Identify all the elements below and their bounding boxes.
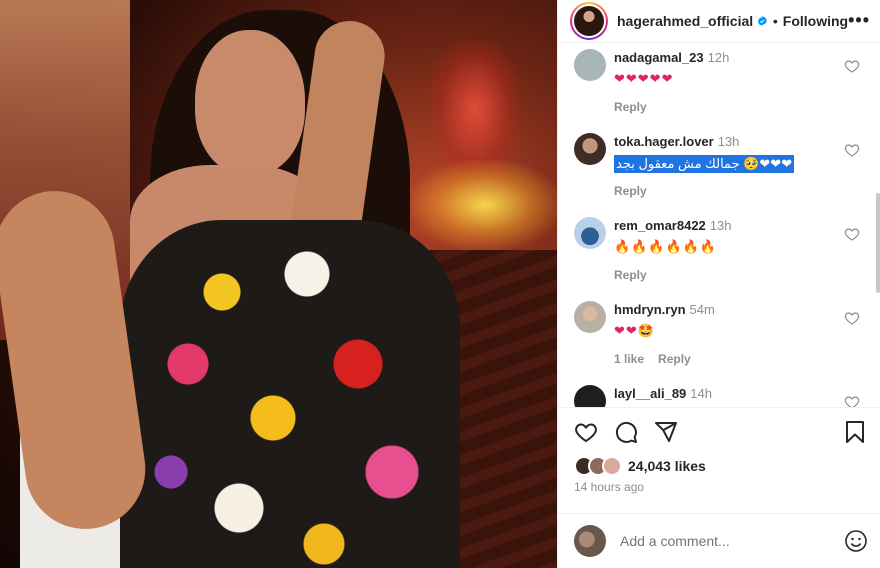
comment-likes-count[interactable]: 1 like: [614, 352, 644, 366]
likes-row[interactable]: 24,043 likes: [558, 455, 880, 476]
comment-text: 🔥🔥🔥🔥🔥🔥: [614, 238, 718, 254]
commenter-username[interactable]: hmdryn.ryn: [614, 302, 686, 317]
reply-button[interactable]: Reply: [614, 184, 647, 198]
post-viewer: hagerahmed_official • Following ••• nada…: [0, 0, 880, 568]
comment-item: rem_omar8422 13h 🔥🔥🔥🔥🔥🔥 Reply: [558, 211, 880, 295]
emoji-icon[interactable]: [844, 529, 868, 553]
comment-item: layl__ali_8914h 🔥🔥❤: [558, 379, 880, 408]
comment-time[interactable]: 14h: [690, 386, 712, 401]
comments-scrollbar[interactable]: [876, 192, 880, 293]
photo-background-light: [430, 40, 520, 180]
header-separator: •: [772, 12, 778, 29]
current-user-avatar: [574, 525, 606, 558]
send-icon[interactable]: [654, 420, 678, 444]
comment-text-highlighted: جمالك مش معقول بجد 🥺❤❤❤: [614, 154, 795, 173]
reply-button[interactable]: Reply: [658, 352, 691, 366]
commenter-avatar[interactable]: [574, 384, 606, 408]
comment-icon[interactable]: [614, 420, 638, 444]
bookmark-icon[interactable]: [844, 420, 866, 444]
comment-item: toka.hager.lover 13h جمالك مش معقول بجد 🥺…: [558, 127, 880, 211]
commenter-username[interactable]: toka.hager.lover: [614, 134, 714, 149]
comment-time[interactable]: 13h: [710, 218, 732, 233]
commenter-username[interactable]: layl__ali_89: [614, 386, 686, 401]
comment-time[interactable]: 12h: [708, 50, 730, 65]
commenter-avatar[interactable]: [574, 300, 606, 333]
post-photo[interactable]: [0, 0, 557, 568]
heart-icon[interactable]: [574, 420, 598, 444]
commenter-avatar[interactable]: [574, 216, 606, 249]
post-header: hagerahmed_official • Following •••: [558, 0, 880, 43]
author-avatar[interactable]: [570, 1, 608, 40]
photo-floor-light: [410, 160, 557, 250]
comment-like-heart-icon[interactable]: [844, 226, 860, 242]
comment-text: ❤❤❤❤❤: [614, 70, 674, 86]
add-comment-bar: [558, 513, 880, 568]
post-timestamp[interactable]: 14 hours ago: [558, 476, 880, 496]
more-options-icon[interactable]: •••: [848, 10, 870, 31]
verified-badge-icon: [758, 16, 767, 26]
commenter-username[interactable]: rem_omar8422: [614, 218, 706, 233]
comments-list[interactable]: nadagamal_23 12h ❤❤❤❤❤ Reply toka.hager.l…: [558, 43, 880, 408]
author-username[interactable]: hagerahmed_official: [617, 13, 753, 29]
commenter-avatar[interactable]: [574, 48, 606, 81]
reply-button[interactable]: Reply: [614, 268, 647, 282]
commenter-avatar[interactable]: [574, 132, 606, 165]
comment-text: ❤❤🤩: [614, 322, 655, 338]
photo-subject-face: [195, 30, 305, 175]
comment-time[interactable]: 13h: [718, 134, 740, 149]
commenter-username[interactable]: nadagamal_23: [614, 50, 704, 65]
likes-count[interactable]: 24,043 likes: [628, 458, 706, 474]
post-actions-bar: [558, 407, 880, 456]
photo-subject-floral-dress: [120, 220, 460, 568]
add-comment-input[interactable]: [620, 533, 844, 550]
comment-like-heart-icon[interactable]: [844, 142, 860, 158]
following-button[interactable]: Following: [783, 13, 848, 29]
comment-item: nadagamal_23 12h ❤❤❤❤❤ Reply: [558, 43, 880, 127]
liker-avatar: [602, 455, 622, 476]
comment-like-heart-icon[interactable]: [844, 394, 860, 408]
comment-like-heart-icon[interactable]: [844, 310, 860, 326]
comment-item: hmdryn.ryn 54m ❤❤🤩 1 like Reply: [558, 295, 880, 379]
post-side-panel: hagerahmed_official • Following ••• nada…: [557, 0, 880, 568]
comment-time[interactable]: 54m: [690, 302, 715, 317]
reply-button[interactable]: Reply: [614, 100, 647, 114]
comment-like-heart-icon[interactable]: [844, 58, 860, 74]
